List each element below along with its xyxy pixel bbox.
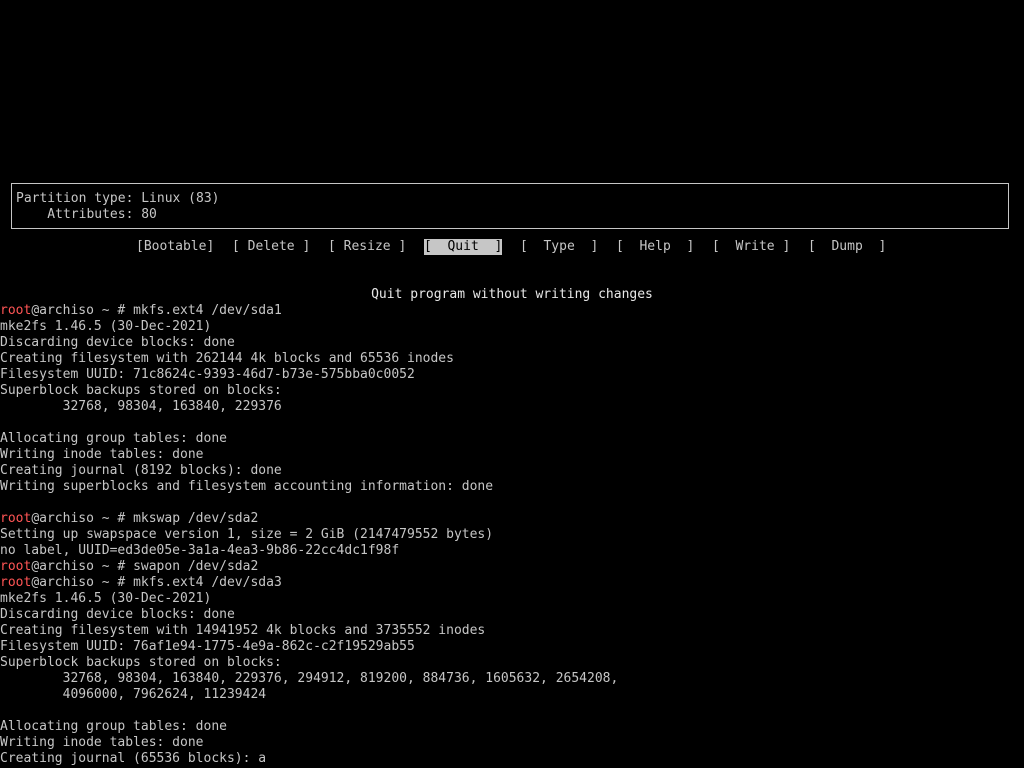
prompt-line: root@archiso ~ # mkswap /dev/sda2 — [0, 511, 1024, 527]
output-line: Discarding device blocks: done — [0, 335, 235, 350]
output-line: Superblock backups stored on blocks: — [0, 655, 282, 670]
prompt-host: @archiso ~ # — [31, 511, 134, 526]
output-line: Allocating group tables: done — [0, 719, 227, 734]
output-line: Allocating group tables: done — [0, 431, 227, 446]
prompt-line: root@archiso ~ # mkfs.ext4 /dev/sda3 — [0, 575, 1024, 591]
prompt-line: root@archiso ~ # swapon /dev/sda2 — [0, 559, 1024, 575]
output-line: 32768, 98304, 163840, 229376, 294912, 81… — [0, 671, 619, 686]
output-line: Writing superblocks and filesystem accou… — [0, 479, 494, 494]
output-line: Creating journal (65536 blocks): a — [0, 751, 267, 766]
command-text: swapon /dev/sda2 — [133, 559, 259, 574]
menu-bootable-button[interactable]: [Bootable] — [136, 239, 214, 255]
prompt-user: root — [0, 575, 32, 590]
prompt-user: root — [0, 559, 32, 574]
output-line: Superblock backups stored on blocks: — [0, 383, 282, 398]
output-line: no label, UUID=ed3de05e-3a1a-4ea3-9b86-2… — [0, 543, 400, 558]
output-line: Writing inode tables: done — [0, 735, 204, 750]
output-line: Creating filesystem with 14941952 4k blo… — [0, 623, 486, 638]
output-line: Discarding device blocks: done — [0, 607, 235, 622]
prompt-host: @archiso ~ # — [31, 303, 134, 318]
menu-hint-text: Quit program without writing changes — [371, 287, 653, 302]
output-line: Writing inode tables: done — [0, 447, 204, 462]
terminal-output[interactable]: root@archiso ~ # mkfs.ext4 /dev/sda1 mke2… — [0, 303, 1024, 768]
menu-write-button[interactable]: [ Write ] — [712, 239, 790, 255]
prompt-user: root — [0, 511, 32, 526]
output-line: Filesystem UUID: 71c8624c-9393-46d7-b73e… — [0, 367, 415, 382]
output-line: mke2fs 1.46.5 (30-Dec-2021) — [0, 591, 212, 606]
output-line: Filesystem UUID: 76af1e94-1775-4e9a-862c… — [0, 639, 415, 654]
output-line: 32768, 98304, 163840, 229376 — [0, 399, 282, 414]
output-line: mke2fs 1.46.5 (30-Dec-2021) — [0, 319, 212, 334]
menu-quit-button[interactable]: [ Quit ] — [424, 239, 503, 255]
command-text: mkfs.ext4 /dev/sda1 — [133, 303, 282, 318]
partition-type-line: Partition type: Linux (83) — [16, 191, 220, 206]
output-line: Creating filesystem with 262144 4k block… — [0, 351, 454, 366]
output-line: 4096000, 7962624, 11239424 — [0, 687, 267, 702]
attributes-line: Attributes: 80 — [16, 207, 157, 222]
menu-dump-button[interactable]: [ Dump ] — [808, 239, 886, 255]
menu-resize-button[interactable]: [ Resize ] — [328, 239, 406, 255]
menu-delete-button[interactable]: [ Delete ] — [232, 239, 310, 255]
prompt-host: @archiso ~ # — [31, 559, 134, 574]
cfdisk-menu-bar: [Bootable] [ Delete ] [ Resize ] [ Quit … — [0, 239, 1024, 255]
prompt-host: @archiso ~ # — [31, 575, 134, 590]
command-text: mkfs.ext4 /dev/sda3 — [133, 575, 282, 590]
prompt-line: root@archiso ~ # mkfs.ext4 /dev/sda1 — [0, 303, 1024, 319]
output-line: Creating journal (8192 blocks): done — [0, 463, 282, 478]
command-text: mkswap /dev/sda2 — [133, 511, 259, 526]
prompt-user: root — [0, 303, 32, 318]
menu-type-button[interactable]: [ Type ] — [520, 239, 598, 255]
output-line: Setting up swapspace version 1, size = 2… — [0, 527, 494, 542]
partition-info-box: Partition type: Linux (83) Attributes: 8… — [11, 183, 1009, 229]
menu-help-button[interactable]: [ Help ] — [616, 239, 694, 255]
